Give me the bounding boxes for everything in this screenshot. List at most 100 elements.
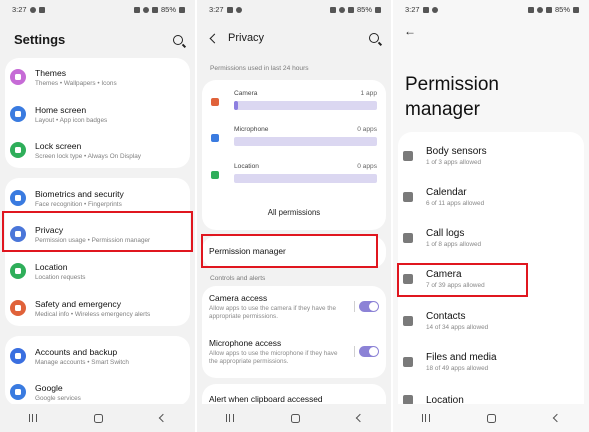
item-label: Contacts [426,311,466,322]
settings-item-safety[interactable]: Safety and emergency Medical info • Wirel… [10,292,185,324]
status-time: 3:27 [209,5,224,14]
item-label: Biometrics and security [35,188,124,199]
call-log-icon [403,233,413,243]
battery-icon [375,6,381,13]
settings-item-location[interactable]: Location Location requests [10,255,185,287]
emergency-icon [10,300,26,316]
home-icon[interactable] [290,413,300,423]
mute-icon [329,6,336,13]
permission-item-contacts[interactable]: Contacts 14 of 34 apps allowed [403,305,579,337]
item-label: Themes [35,67,67,78]
item-label: Calendar [426,187,467,198]
themes-icon [10,69,26,85]
clipboard-alert-row[interactable]: Alert when clipboard accessed [209,394,379,404]
recent-apps-icon[interactable] [225,414,234,422]
usage-name: Camera [234,90,258,97]
privacy-screen: 3:27 85% Privacy Permissions used in las… [197,0,391,432]
settings-item-biometrics[interactable]: Biometrics and security Face recognition … [10,182,185,214]
item-sub: Google services [35,394,81,402]
item-label: Home screen [35,104,87,115]
nav-bar [0,404,195,432]
item-sub: Location requests [35,273,86,281]
permission-manager-screen: 3:27 85% ← Permission manager Body senso… [393,0,589,432]
home-icon[interactable] [93,413,103,423]
toggle-separator [354,346,355,357]
gear-status-icon [29,6,36,13]
contacts-icon [403,316,413,326]
wifi-icon [142,6,149,13]
item-label: Location [35,261,68,272]
recent-apps-icon[interactable] [28,414,37,422]
highlight-box-camera [397,263,528,297]
item-label: Body sensors [426,146,487,157]
item-label: Call logs [426,228,465,239]
camera-icon [211,98,219,106]
settings-item-themes[interactable]: Themes Themes • Wallpapers • Icons [10,61,185,93]
camera-access-toggle[interactable] [359,301,379,312]
calendar-icon [403,192,413,202]
notification-status-icon [38,6,45,13]
usage-count: 1 app [360,90,377,97]
status-bar: 3:27 85% [0,0,195,16]
microphone-access-toggle[interactable] [359,346,379,357]
status-bar: 3:27 85% [393,0,589,16]
settings-item-accounts[interactable]: Accounts and backup Manage accounts • Sma… [10,340,185,372]
permission-item-body-sensors[interactable]: Body sensors 1 of 3 apps allowed [403,140,579,172]
recent-apps-icon[interactable] [421,414,430,422]
mute-icon [527,6,534,13]
back-nav-icon[interactable] [355,413,364,423]
usage-name: Location [234,163,259,170]
usage-name: Microphone [234,126,269,133]
back-arrow-icon[interactable] [209,33,220,43]
item-sub: Manage accounts • Smart Switch [35,358,129,366]
usage-bar-fill [234,101,239,110]
signal-icon [545,6,552,13]
camera-access-row[interactable]: Camera access Allow apps to use the came… [209,293,379,321]
page-title: Settings [14,32,66,47]
page-title: Privacy [228,32,265,44]
settings-item-lock-screen[interactable]: Lock screen Screen lock type • Always On … [10,134,185,166]
wifi-icon [536,6,543,13]
usage-count: 0 apps [357,163,377,170]
google-icon [10,384,26,400]
item-sub: Face recognition • Fingerprints [35,200,122,208]
all-permissions-link[interactable]: All permissions [197,208,391,217]
nav-bar [393,404,589,432]
microphone-icon [211,134,219,142]
status-time: 3:27 [405,5,420,14]
back-nav-icon[interactable] [159,413,168,423]
highlight-box-privacy [2,211,193,252]
permission-item-call-logs[interactable]: Call logs 1 of 8 apps allowed [403,222,579,254]
permission-item-calendar[interactable]: Calendar 6 of 11 apps allowed [403,181,579,213]
image-status-icon [422,6,429,13]
usage-row-microphone[interactable]: Microphone 0 apps [207,126,381,152]
permission-item-files-media[interactable]: Files and media 18 of 49 apps allowed [403,346,579,378]
item-sub: Themes • Wallpapers • Icons [35,79,117,87]
status-bar: 3:27 85% [197,0,391,16]
item-sub: 1 of 3 apps allowed [426,159,482,166]
home-icon[interactable] [487,413,497,423]
usage-bar [234,101,377,110]
accounts-icon [10,348,26,364]
item-sub: 14 of 34 apps allowed [426,324,489,331]
item-sub: 1 of 8 apps allowed [426,241,482,248]
controls-section-label: Controls and alerts [210,275,266,282]
image-status-icon [226,6,233,13]
shield-icon [10,190,26,206]
home-screen-icon [10,106,26,122]
battery-icon [179,6,185,13]
usage-count: 0 apps [357,126,377,133]
usage-row-location[interactable]: Location 0 apps [207,163,381,189]
microphone-access-row[interactable]: Microphone access Allow apps to use the … [209,338,379,366]
location-icon [211,171,219,179]
item-sub: Screen lock type • Always On Display [35,152,141,160]
settings-item-home-screen[interactable]: Home screen Layout • App icon badges [10,98,185,130]
usage-row-camera[interactable]: Camera 1 app [207,90,381,116]
back-arrow-icon[interactable]: ← [404,24,416,38]
search-icon[interactable] [369,33,379,43]
search-icon[interactable] [173,34,183,45]
back-nav-icon[interactable] [552,413,562,423]
location-icon [10,263,26,279]
signal-icon [151,6,158,13]
nav-bar [197,404,391,432]
